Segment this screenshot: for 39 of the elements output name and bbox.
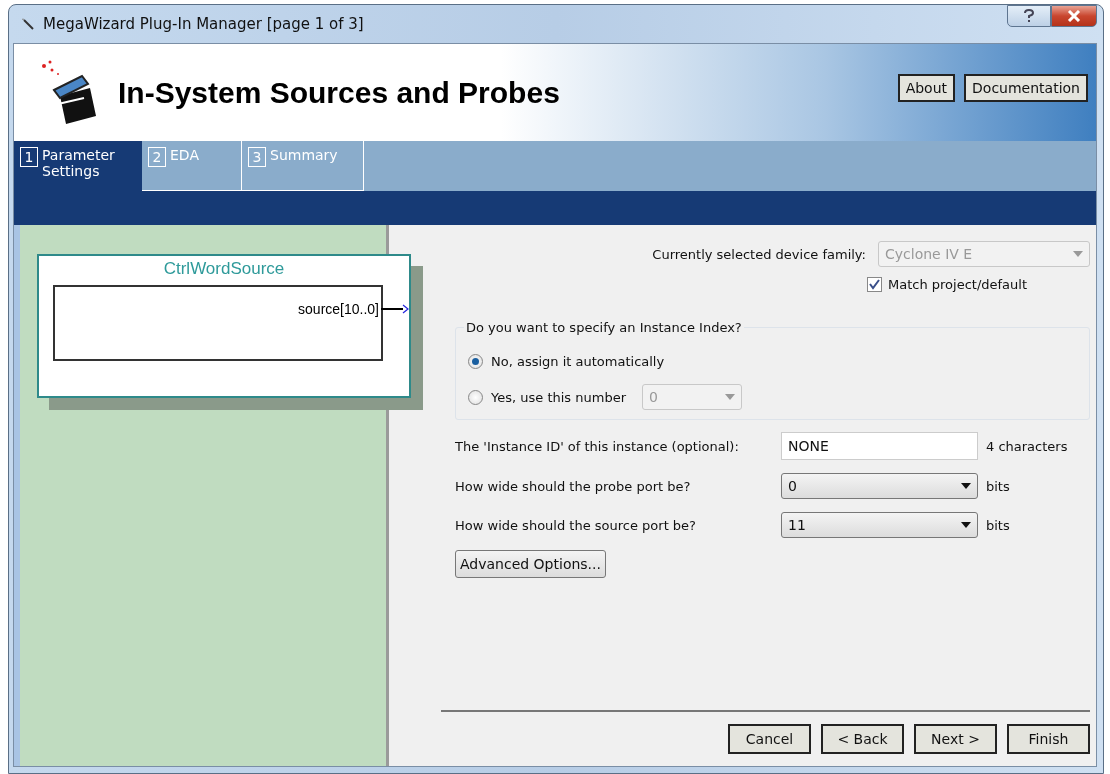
port-arrow-icon (381, 304, 409, 314)
header-button[interactable]: About (897, 74, 956, 102)
wand-icon (21, 17, 35, 31)
wizard-tab[interactable]: 1 Parameter Settings (14, 141, 142, 191)
field-label: How wide should the source port be? (455, 517, 698, 533)
radio-button[interactable] (468, 353, 483, 369)
port-label: source[10..0] (298, 301, 379, 317)
field-label: How wide should the probe port be? (455, 478, 692, 494)
unit-label: bits (986, 517, 1011, 533)
field-label: The 'Instance ID' of this instance (optional): (455, 438, 740, 454)
window-title: MegaWizard Plug-In Manager [page 1 of 3] (43, 15, 365, 33)
dropdown-caret-icon (725, 394, 735, 400)
header-button[interactable]: Documentation (964, 74, 1088, 102)
field-label: Currently selected device family: (652, 246, 866, 262)
width-dropdown[interactable]: 0 (781, 473, 978, 499)
nav-button[interactable]: Cancel (728, 724, 811, 754)
advanced-options-button[interactable]: Advanced Options... (455, 550, 606, 578)
width-dropdown[interactable]: 11 (781, 512, 978, 538)
checkbox-label: Match project/default (888, 277, 1028, 292)
dropdown-caret-icon (1073, 251, 1083, 257)
instance-id-field[interactable]: NONE (781, 432, 978, 460)
radio-label: Yes, use this number (491, 389, 626, 405)
radio-button[interactable] (468, 389, 483, 405)
help-button[interactable] (1007, 5, 1051, 27)
unit-label: bits (986, 478, 1011, 494)
nav-button[interactable]: < Back (821, 724, 904, 754)
help-icon (1023, 9, 1035, 23)
close-button[interactable] (1051, 5, 1097, 27)
nav-button[interactable]: Next > (914, 724, 997, 754)
nav-button[interactable]: Finish (1007, 724, 1090, 754)
field-note: 4 characters (986, 438, 1069, 454)
block-name: CtrlWordSource (163, 259, 285, 279)
radio-label: No, assign it automatically (491, 353, 665, 369)
wizard-title: In-System Sources and Probes (118, 75, 561, 110)
close-icon (1067, 10, 1081, 22)
checkbox[interactable] (867, 277, 882, 292)
dropdown-caret-icon (961, 522, 971, 528)
dropdown-caret-icon (961, 483, 971, 489)
group-title: Do you want to specify an Instance Index? (465, 320, 743, 335)
